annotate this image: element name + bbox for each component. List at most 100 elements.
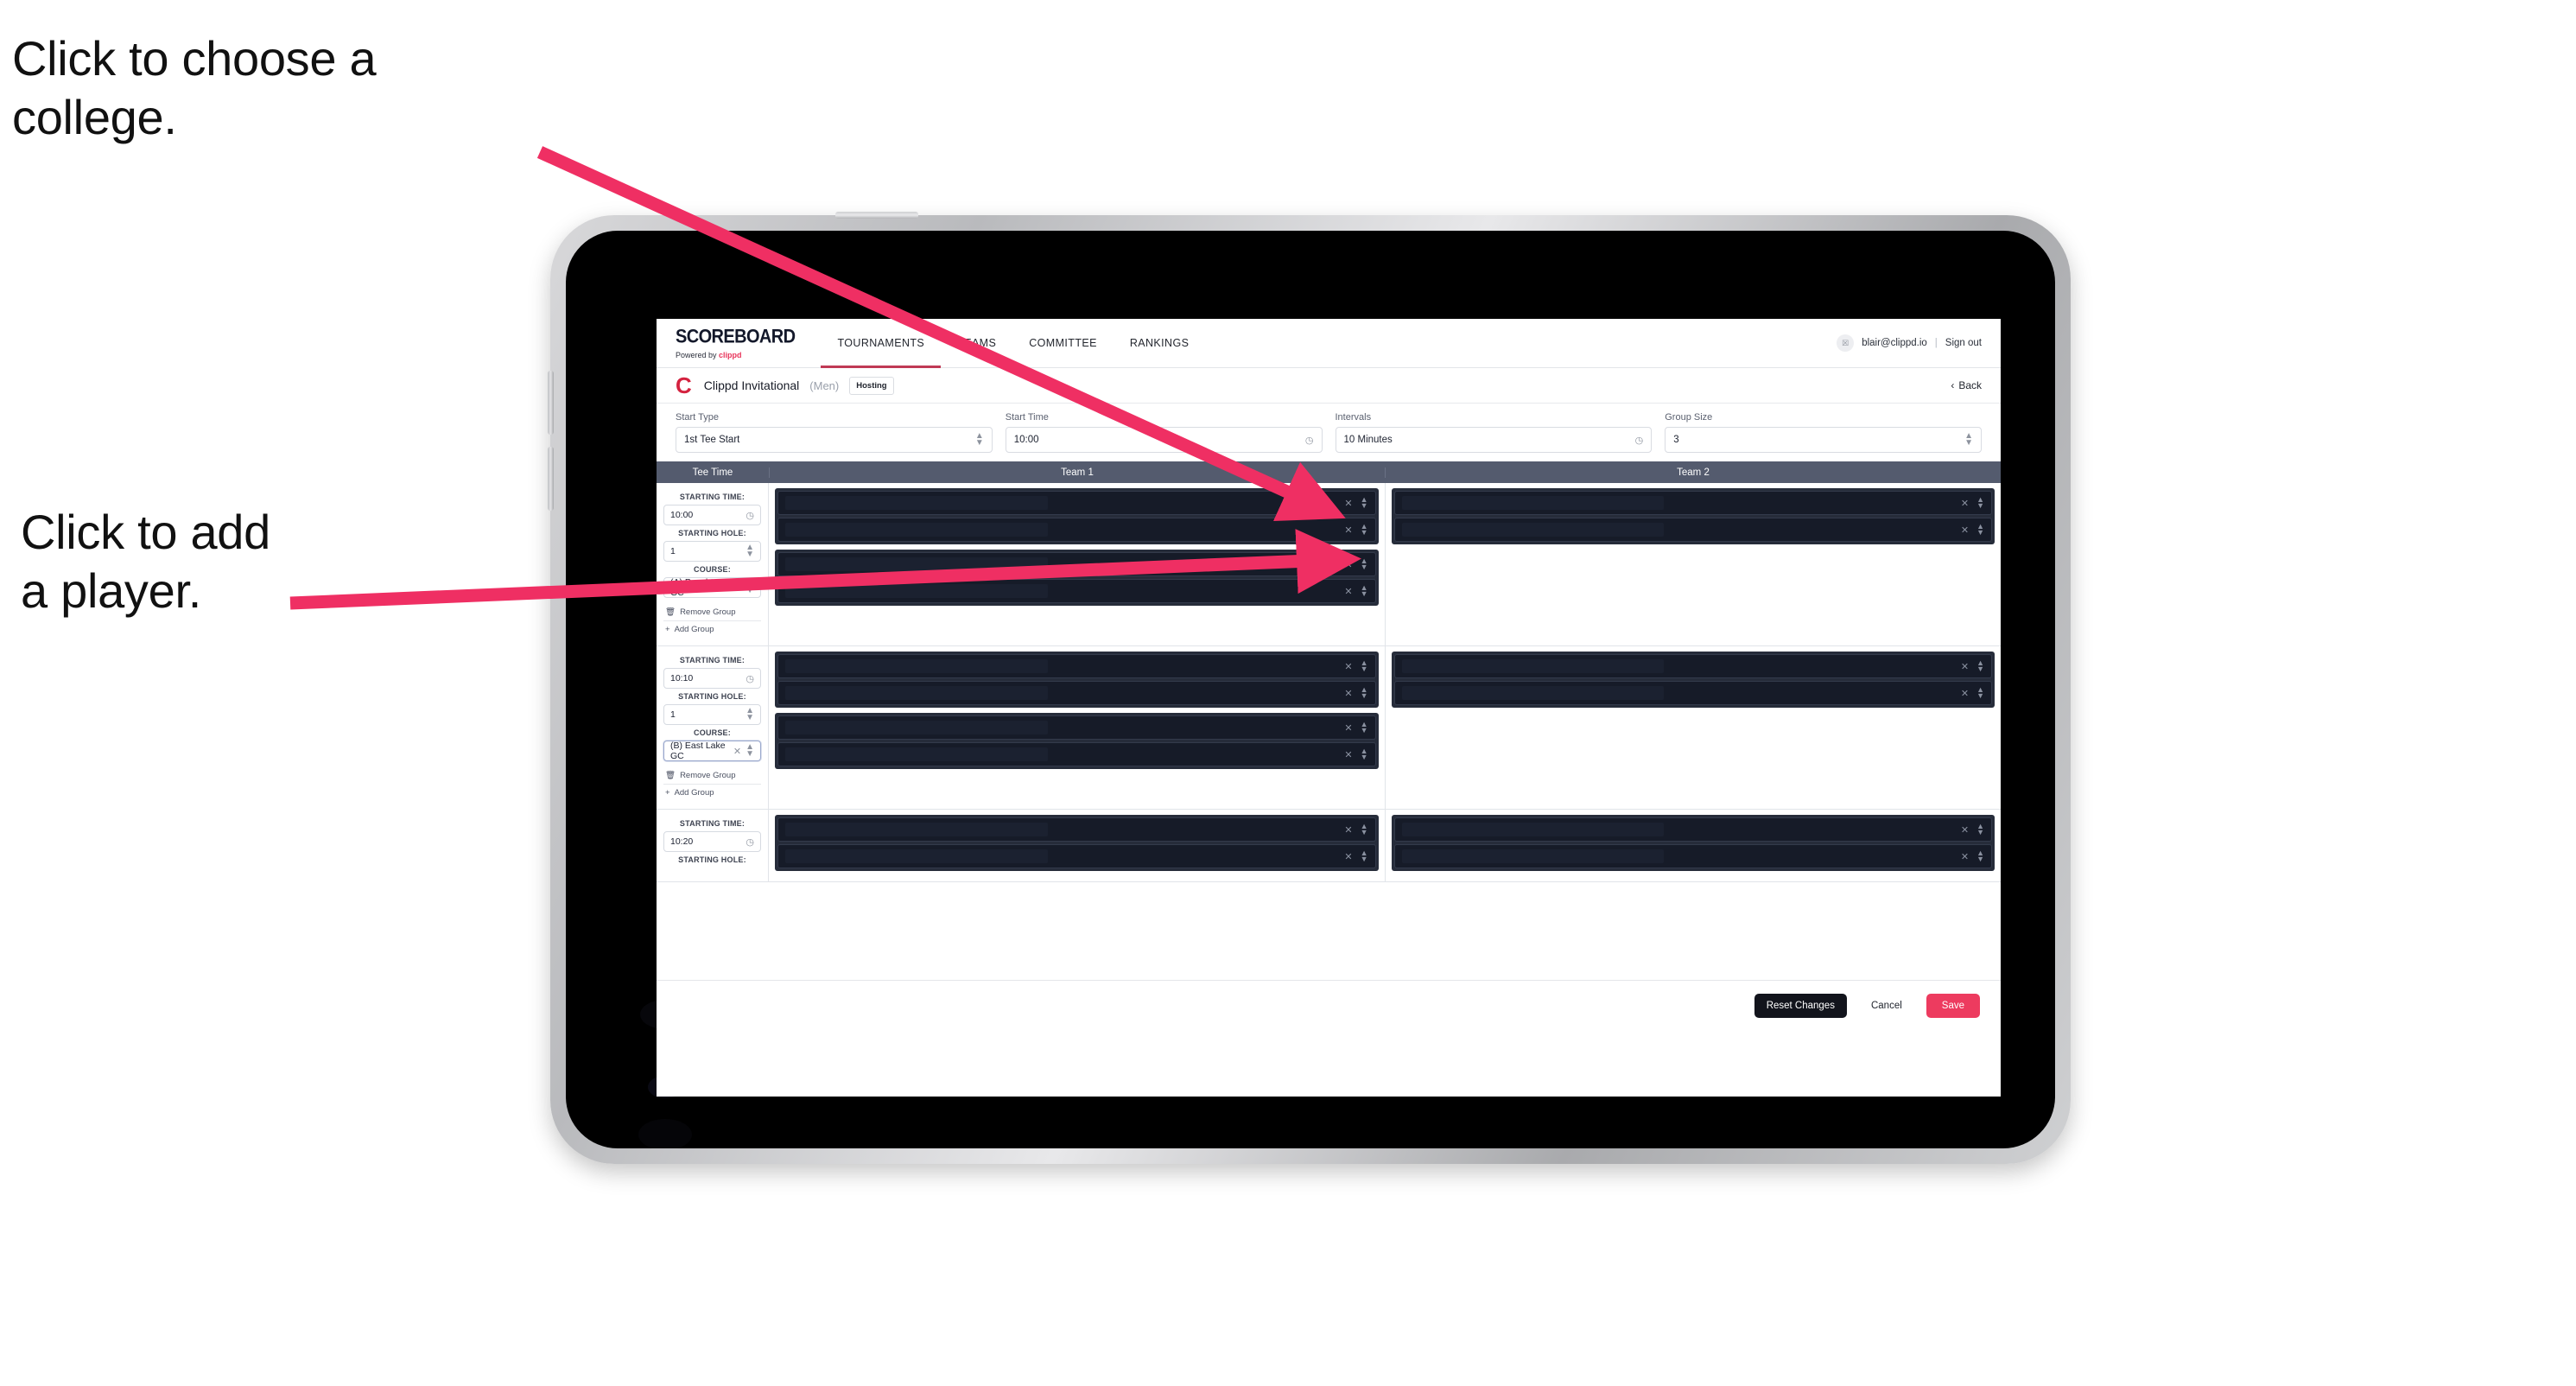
stepper-icon[interactable]: ▲ ▼	[746, 743, 754, 759]
player-slot[interactable]: ✕ ▲ ▼	[777, 518, 1376, 542]
remove-player-icon[interactable]: ✕	[1961, 661, 1969, 672]
stepper-icon[interactable]: ▲ ▼	[1976, 685, 1984, 699]
remove-player-icon[interactable]: ✕	[1344, 525, 1352, 536]
remove-player-icon[interactable]: ✕	[1344, 661, 1352, 672]
remove-player-icon[interactable]: ✕	[1961, 851, 1969, 862]
stepper-icon[interactable]: ▲ ▼	[1361, 583, 1368, 597]
stepper-icon[interactable]: ▲ ▼	[1361, 495, 1368, 509]
nav-tab-committee[interactable]: COMMITTEE	[1012, 319, 1114, 367]
course-select[interactable]: (A) Peachtree GC ✕ ▲ ▼	[663, 577, 761, 598]
add-group-button[interactable]: + Add Group	[663, 621, 761, 638]
volume-up-button[interactable]	[548, 371, 554, 435]
player-slot[interactable]: ✕ ▲ ▼	[777, 844, 1376, 868]
stepper-icon[interactable]: ▲ ▼	[1361, 747, 1368, 760]
remove-player-icon[interactable]: ✕	[1961, 824, 1969, 836]
save-button[interactable]: Save	[1926, 994, 1980, 1018]
stepper-icon[interactable]: ▲ ▼	[1976, 495, 1984, 509]
player-name-redacted	[785, 496, 1048, 510]
table-row: STARTING TIME: 10:20 ◷ STARTING HOLE: ✕ ▲…	[657, 810, 2001, 882]
remove-player-icon[interactable]: ✕	[1344, 559, 1352, 570]
clock-icon[interactable]: ◷	[1635, 435, 1644, 446]
control-label: Start Time	[1005, 412, 1049, 423]
clear-icon[interactable]: ✕	[733, 746, 741, 757]
player-slot[interactable]: ✕ ▲ ▼	[1393, 491, 1992, 515]
back-button[interactable]: ‹ Back	[1951, 379, 1982, 391]
intervals-input[interactable]: 10 Minutes ◷	[1335, 427, 1653, 453]
remove-player-icon[interactable]: ✕	[1344, 749, 1352, 760]
stepper-icon[interactable]: ▲ ▼	[1976, 822, 1984, 836]
stepper-icon[interactable]: ▲ ▼	[1976, 658, 1984, 672]
group-size-select[interactable]: 3 ▲ ▼	[1665, 427, 1982, 453]
remove-player-icon[interactable]: ✕	[1961, 525, 1969, 536]
nav-tab-teams[interactable]: TEAMS	[941, 319, 1012, 367]
course-label: COURSE:	[694, 728, 731, 737]
remove-group-button[interactable]: 🗑 Remove Group	[663, 604, 761, 621]
control-start-type: Start Type 1st Tee Start ▲ ▼	[676, 412, 993, 453]
player-slot[interactable]: ✕ ▲ ▼	[777, 817, 1376, 842]
player-slot[interactable]: ✕ ▲ ▼	[1393, 817, 1992, 842]
add-group-button[interactable]: + Add Group	[663, 785, 761, 801]
stepper-icon[interactable]: ▲ ▼	[975, 432, 984, 448]
stepper-icon[interactable]: ▲ ▼	[1361, 822, 1368, 836]
player-slot[interactable]: ✕ ▲ ▼	[1393, 681, 1992, 705]
player-slot[interactable]: ✕ ▲ ▼	[777, 552, 1376, 576]
starting-time-input[interactable]: 10:20 ◷	[663, 831, 761, 852]
remove-player-icon[interactable]: ✕	[1344, 498, 1352, 509]
player-slot[interactable]: ✕ ▲ ▼	[777, 491, 1376, 515]
clock-icon[interactable]: ◷	[746, 510, 754, 521]
remove-player-icon[interactable]: ✕	[1344, 688, 1352, 699]
pairings-table-body[interactable]: STARTING TIME: 10:00 ◷ STARTING HOLE: 1 …	[657, 483, 2001, 980]
remove-player-icon[interactable]: ✕	[1344, 824, 1352, 836]
player-slot[interactable]: ✕ ▲ ▼	[777, 579, 1376, 603]
clock-icon[interactable]: ◷	[1305, 435, 1314, 446]
player-slot[interactable]: ✕ ▲ ▼	[777, 681, 1376, 705]
volume-down-button[interactable]	[548, 447, 554, 511]
avatar[interactable]: ☒	[1837, 334, 1855, 352]
player-slot[interactable]: ✕ ▲ ▼	[777, 742, 1376, 766]
group-actions: 🗑 Remove Group + Add Group	[663, 604, 761, 638]
stepper-icon[interactable]: ▲ ▼	[746, 707, 754, 722]
remove-group-button[interactable]: 🗑 Remove Group	[663, 767, 761, 785]
stepper-icon[interactable]: ▲ ▼	[746, 544, 754, 559]
start-type-select[interactable]: 1st Tee Start ▲ ▼	[676, 427, 993, 453]
stepper-icon[interactable]: ▲ ▼	[1361, 720, 1368, 734]
stepper-icon[interactable]: ▲ ▼	[1976, 849, 1984, 862]
brand-logo[interactable]: SCOREBOARD Powered by clippd	[657, 319, 809, 367]
remove-player-icon[interactable]: ✕	[1961, 688, 1969, 699]
clock-icon[interactable]: ◷	[746, 673, 754, 684]
course-select[interactable]: (B) East Lake GC ✕ ▲ ▼	[663, 741, 761, 761]
clock-icon[interactable]: ◷	[746, 836, 754, 848]
reset-changes-button[interactable]: Reset Changes	[1754, 994, 1847, 1018]
starting-hole-input[interactable]: 1 ▲ ▼	[663, 704, 761, 725]
stepper-icon[interactable]: ▲ ▼	[1361, 658, 1368, 672]
player-slot[interactable]: ✕ ▲ ▼	[1393, 518, 1992, 542]
player-slot[interactable]: ✕ ▲ ▼	[777, 715, 1376, 740]
clear-icon[interactable]: ✕	[733, 582, 741, 594]
nav-tab-tournaments[interactable]: TOURNAMENTS	[821, 319, 941, 368]
starting-time-input[interactable]: 10:10 ◷	[663, 668, 761, 689]
stepper-icon[interactable]: ▲ ▼	[1361, 849, 1368, 862]
player-slot[interactable]: ✕ ▲ ▼	[1393, 844, 1992, 868]
cancel-button[interactable]: Cancel	[1859, 994, 1914, 1018]
start-time-input[interactable]: 10:00 ◷	[1005, 427, 1323, 453]
remove-player-icon[interactable]: ✕	[1961, 498, 1969, 509]
stepper-icon[interactable]: ▲ ▼	[1361, 522, 1368, 536]
stepper-icon[interactable]: ▲ ▼	[746, 580, 754, 595]
power-button[interactable]	[835, 212, 918, 219]
remove-player-icon[interactable]: ✕	[1344, 722, 1352, 734]
sign-out-link[interactable]: Sign out	[1945, 338, 1982, 348]
player-slot[interactable]: ✕ ▲ ▼	[1393, 654, 1992, 678]
stepper-icon[interactable]: ▲ ▼	[1964, 432, 1973, 448]
stepper-icon[interactable]: ▲ ▼	[1361, 556, 1368, 570]
stepper-icon[interactable]: ▲ ▼	[1361, 685, 1368, 699]
control-label: Start Type	[676, 412, 719, 423]
stepper-icon[interactable]: ▲ ▼	[1976, 522, 1984, 536]
nav-tab-rankings[interactable]: RANKINGS	[1114, 319, 1206, 367]
starting-time-input[interactable]: 10:00 ◷	[663, 505, 761, 525]
player-slot[interactable]: ✕ ▲ ▼	[777, 654, 1376, 678]
player-name-redacted	[1401, 686, 1665, 700]
remove-player-icon[interactable]: ✕	[1344, 586, 1352, 597]
starting-hole-value: 1	[670, 546, 676, 556]
remove-player-icon[interactable]: ✕	[1344, 851, 1352, 862]
starting-hole-input[interactable]: 1 ▲ ▼	[663, 541, 761, 562]
